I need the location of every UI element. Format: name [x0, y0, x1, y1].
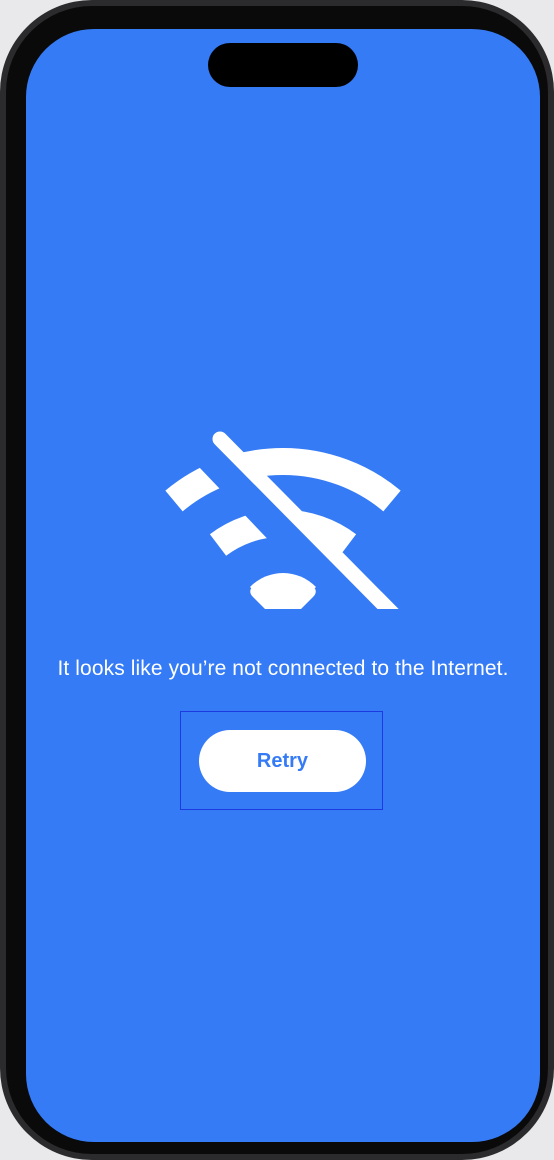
dynamic-island [208, 43, 358, 87]
phone-frame: It looks like you’re not connected to th… [0, 0, 554, 1160]
wifi-slash-icon [165, 431, 401, 609]
offline-screen: It looks like you’re not connected to th… [26, 29, 540, 1142]
phone-bezel: It looks like you’re not connected to th… [6, 6, 548, 1154]
offline-message: It looks like you’re not connected to th… [57, 657, 509, 680]
retry-button[interactable]: Retry [199, 730, 366, 792]
